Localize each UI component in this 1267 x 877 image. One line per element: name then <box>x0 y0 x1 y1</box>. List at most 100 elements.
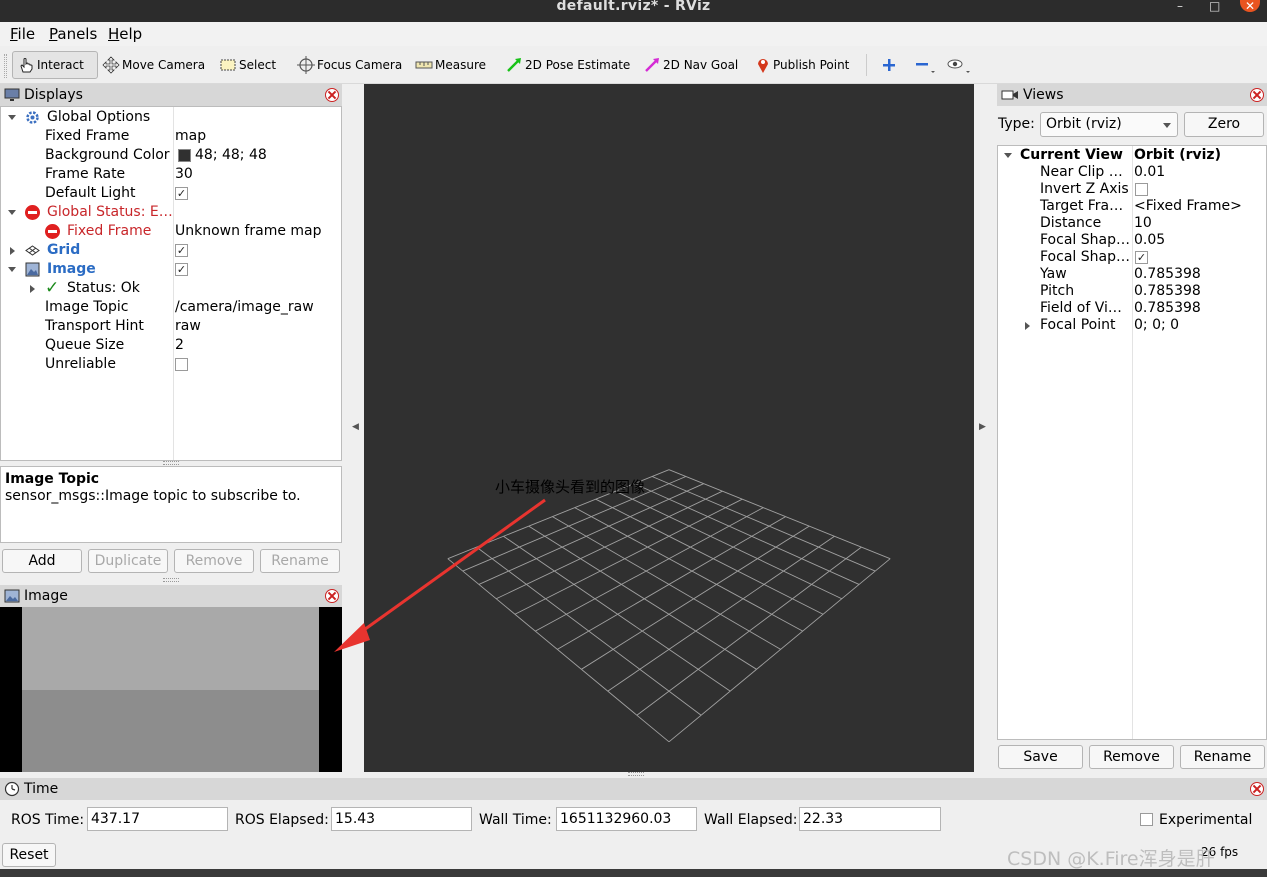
collapse-arrow-icon[interactable] <box>10 247 15 255</box>
reset-button[interactable]: Reset <box>2 843 56 867</box>
view-property-row[interactable]: Focal Point 0; 0; 0 <box>998 317 1266 334</box>
duplicate-display-button[interactable]: Duplicate <box>88 549 168 573</box>
zero-view-button[interactable]: Zero <box>1184 112 1264 137</box>
view-property-row[interactable]: Invert Z Axis <box>998 181 1266 198</box>
display-row-value[interactable]: map <box>175 127 206 146</box>
view-property-value[interactable]: 0.05 <box>1134 232 1165 249</box>
collapse-arrow-icon[interactable] <box>30 285 35 293</box>
display-row[interactable]: Global Status: E… <box>1 203 341 222</box>
view-property-row[interactable]: Target Fra… <Fixed Frame> <box>998 198 1266 215</box>
menu-file[interactable]: File <box>10 25 35 43</box>
display-row[interactable]: ✓ Status: Ok <box>1 278 341 298</box>
wall-time-field[interactable]: 1651132960.03 <box>556 807 697 831</box>
view-property-row[interactable]: Focal Shap… ✓ <box>998 249 1266 266</box>
expand-arrow-icon[interactable] <box>8 115 16 120</box>
close-panel-icon[interactable] <box>325 88 339 102</box>
tool-interact[interactable]: Interact <box>12 51 98 79</box>
tool-2d-pose-estimate[interactable]: 2D Pose Estimate <box>501 51 634 79</box>
add-tool-button[interactable] <box>878 51 902 79</box>
display-checkbox[interactable]: ✓ <box>175 187 188 200</box>
display-row[interactable]: Background Color 48; 48; 48 <box>1 146 341 165</box>
ros-elapsed-field[interactable]: 15.43 <box>331 807 472 831</box>
tool-select[interactable]: Select <box>215 51 280 79</box>
display-row[interactable]: Frame Rate 30 <box>1 165 341 184</box>
display-row[interactable]: Default Light ✓ <box>1 184 341 203</box>
wall-elapsed-field[interactable]: 22.33 <box>799 807 941 831</box>
tool-measure[interactable]: Measure <box>411 51 490 79</box>
view-property-value[interactable]: 0; 0; 0 <box>1134 317 1179 334</box>
display-row[interactable]: Image Topic/camera/image_raw <box>1 298 341 317</box>
close-panel-icon[interactable] <box>1250 88 1264 102</box>
remove-view-button[interactable]: Remove <box>1089 745 1174 769</box>
tool-properties-button[interactable] <box>942 51 978 79</box>
collapse-right-arrow-icon[interactable]: ▶ <box>979 422 986 432</box>
displays-tree[interactable]: Global Options Fixed Frame map Background C… <box>0 106 342 461</box>
render-3d-view[interactable] <box>364 84 974 772</box>
camera-image-view[interactable] <box>0 607 342 772</box>
experimental-checkbox[interactable] <box>1140 813 1153 826</box>
tool-move-camera[interactable]: Move Camera <box>98 51 209 79</box>
view-property-value[interactable]: <Fixed Frame> <box>1134 198 1242 215</box>
view-property-row[interactable]: Pitch 0.785398 <box>998 283 1266 300</box>
view-type-select[interactable]: Orbit (rviz) <box>1040 112 1178 137</box>
display-row-value[interactable]: /camera/image_raw <box>175 298 314 317</box>
splitter-handle[interactable] <box>163 578 179 582</box>
close-panel-icon[interactable] <box>1250 782 1264 796</box>
view-property-row[interactable]: Yaw 0.785398 <box>998 266 1266 283</box>
view-type-value: Orbit (rviz) <box>1046 116 1122 132</box>
ros-time-field[interactable]: 437.17 <box>87 807 228 831</box>
display-row-value[interactable]: 30 <box>175 165 193 184</box>
view-property-row[interactable]: Distance 10 <box>998 215 1266 232</box>
color-swatch[interactable] <box>178 149 191 162</box>
display-row[interactable]: Fixed Frame Unknown frame map <box>1 222 341 241</box>
display-row-value[interactable]: raw <box>175 317 201 336</box>
display-row-label: Grid <box>47 242 81 258</box>
view-property-row[interactable]: Near Clip … 0.01 <box>998 164 1266 181</box>
view-checkbox[interactable]: ✓ <box>1135 251 1148 264</box>
wall-time-label: Wall Time: <box>479 812 552 828</box>
collapse-arrow-icon[interactable] <box>1025 322 1030 330</box>
tool-2d-nav-goal[interactable]: 2D Nav Goal <box>639 51 742 79</box>
view-property-value[interactable]: 0.785398 <box>1134 266 1201 283</box>
display-checkbox[interactable]: ✓ <box>175 244 188 257</box>
tool-focus-camera[interactable]: Focus Camera <box>293 51 406 79</box>
expand-arrow-icon[interactable] <box>1004 153 1012 158</box>
display-row-value[interactable]: 48; 48; 48 <box>195 146 267 165</box>
minimize-icon[interactable]: – <box>1177 0 1183 12</box>
view-property-value[interactable]: 0.785398 <box>1134 283 1201 300</box>
view-property-row[interactable]: Focal Shap… 0.05 <box>998 232 1266 249</box>
expand-arrow-icon[interactable] <box>8 267 16 272</box>
view-property-value[interactable]: 0.785398 <box>1134 300 1201 317</box>
display-checkbox[interactable] <box>175 358 188 371</box>
display-row[interactable]: Transport Hint raw <box>1 317 341 336</box>
display-checkbox[interactable]: ✓ <box>175 263 188 276</box>
view-property-value[interactable]: 0.01 <box>1134 164 1165 181</box>
tool-publish-point[interactable]: Publish Point <box>751 51 853 79</box>
splitter-handle[interactable] <box>163 461 179 465</box>
splitter-handle[interactable] <box>628 772 644 776</box>
view-checkbox[interactable] <box>1135 183 1148 196</box>
display-row-value[interactable]: 2 <box>175 336 184 355</box>
display-row[interactable]: Global Options <box>1 108 341 127</box>
add-display-button[interactable]: Add <box>2 549 82 573</box>
views-tree[interactable]: Current View Orbit (rviz) Near Clip … 0.0… <box>997 145 1267 740</box>
maximize-icon[interactable]: □ <box>1209 0 1220 12</box>
display-row[interactable]: Grid ✓ <box>1 241 341 260</box>
collapse-left-arrow-icon[interactable]: ◀ <box>352 422 359 432</box>
menu-help[interactable]: Help <box>108 25 142 43</box>
save-view-button[interactable]: Save <box>998 745 1083 769</box>
rename-view-button[interactable]: Rename <box>1180 745 1265 769</box>
remove-tool-button[interactable] <box>911 51 941 79</box>
tool-label: Focus Camera <box>317 58 403 72</box>
expand-arrow-icon[interactable] <box>8 210 16 215</box>
view-property-value[interactable]: 10 <box>1134 215 1152 232</box>
display-row[interactable]: Queue Size 2 <box>1 336 341 355</box>
menu-panels[interactable]: Panels <box>49 25 97 43</box>
view-property-row[interactable]: Field of Vi… 0.785398 <box>998 300 1266 317</box>
display-row[interactable]: Unreliable <box>1 355 341 374</box>
toolbar-grip[interactable] <box>4 54 7 78</box>
display-row[interactable]: Fixed Frame map <box>1 127 341 146</box>
display-row-value[interactable]: Unknown frame map <box>175 222 322 241</box>
remove-display-button[interactable]: Remove <box>174 549 254 573</box>
display-row[interactable]: Image ✓ <box>1 260 341 279</box>
